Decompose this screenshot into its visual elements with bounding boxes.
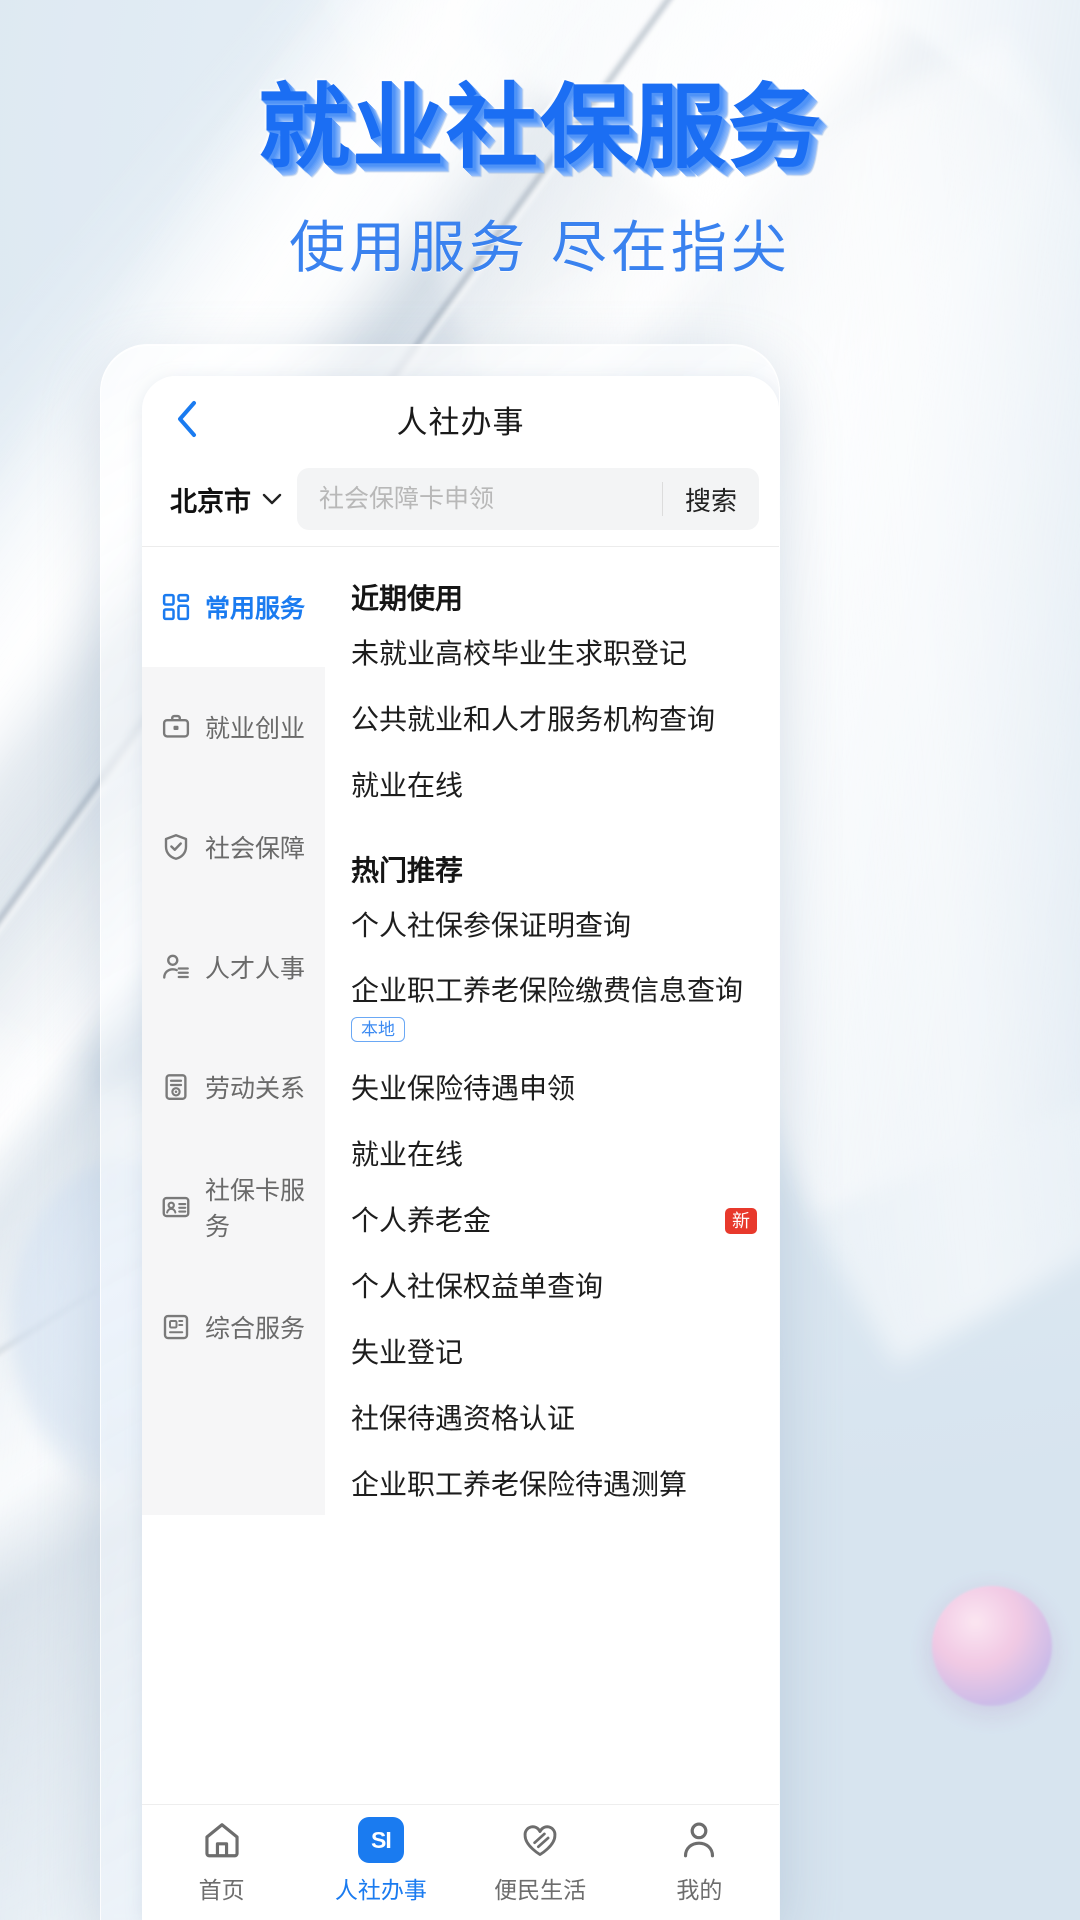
service-label: 个人养老金 — [351, 1205, 492, 1237]
sidebar-item-label: 社保卡服务 — [205, 1177, 306, 1241]
service-label: 就业在线 — [351, 1139, 464, 1171]
sidebar-item-label: 劳动关系 — [205, 1075, 306, 1103]
content-area: 常用服务 就业创业 社会保障 人才人事 劳动关系 社保卡服务 综合服务 近期使用… — [142, 547, 779, 1515]
service-label: 公共就业和人才服务机构查询 — [351, 703, 716, 735]
list-item[interactable]: 就业在线 — [325, 1122, 779, 1188]
box-grid-icon — [159, 1310, 193, 1344]
briefcase-icon — [159, 710, 193, 744]
si-badge-icon: SI — [357, 1817, 404, 1863]
heart-hands-icon — [518, 1817, 562, 1863]
sidebar-item-social-security[interactable]: 社会保障 — [142, 787, 325, 907]
chevron-down-icon — [262, 493, 282, 505]
tab-renshe-banshi[interactable]: SI 人社办事 — [301, 1817, 460, 1905]
service-label: 企业职工养老保险缴费信息查询 — [351, 975, 744, 1006]
si-badge-text: SI — [357, 1817, 404, 1863]
document-seal-icon — [159, 1070, 193, 1104]
service-label: 社保待遇资格认证 — [351, 1403, 576, 1435]
city-selector[interactable]: 北京市 — [164, 480, 297, 519]
sidebar-item-employment[interactable]: 就业创业 — [142, 667, 325, 787]
service-label: 个人社保参保证明查询 — [351, 909, 632, 941]
sidebar-item-label: 社会保障 — [205, 835, 306, 863]
tab-mine[interactable]: 我的 — [620, 1817, 779, 1905]
sidebar-item-label: 常用服务 — [205, 595, 306, 623]
hero-header: 就业社保服务 使用服务 尽在指尖 — [0, 0, 1080, 284]
user-icon — [678, 1817, 720, 1863]
service-label: 个人社保权益单查询 — [351, 1271, 604, 1303]
list-item[interactable]: 社保待遇资格认证 — [325, 1386, 779, 1452]
tab-label: 我的 — [676, 1877, 723, 1903]
tab-label: 便民生活 — [494, 1877, 587, 1903]
service-label: 失业保险待遇申领 — [351, 1073, 576, 1105]
page-subtitle: 使用服务 尽在指尖 — [289, 215, 791, 281]
tab-label: 首页 — [198, 1877, 245, 1903]
list-item[interactable]: 失业保险待遇申领 — [325, 1056, 779, 1122]
list-item[interactable]: 公共就业和人才服务机构查询 — [325, 687, 779, 753]
list-item[interactable]: 企业职工养老保险待遇测算 — [325, 1452, 779, 1515]
section-title-recent: 近期使用 — [351, 583, 464, 614]
list-item[interactable]: 就业在线 — [325, 753, 779, 819]
search-box[interactable]: 搜索 — [297, 468, 759, 530]
search-input[interactable] — [319, 484, 662, 514]
list-item[interactable]: 个人社保参保证明查询 — [325, 893, 779, 959]
app-nav-bar: 人社办事 — [142, 376, 779, 462]
category-sidebar: 常用服务 就业创业 社会保障 人才人事 劳动关系 社保卡服务 综合服务 — [142, 547, 325, 1515]
service-list: 近期使用 未就业高校毕业生求职登记 公共就业和人才服务机构查询 就业在线 热门推… — [325, 547, 779, 1515]
chevron-left-icon — [178, 401, 196, 437]
bottom-tab-bar: 首页 SI 人社办事 便民生活 我的 — [142, 1804, 779, 1920]
tab-convenient-life[interactable]: 便民生活 — [461, 1817, 620, 1905]
sidebar-item-comprehensive[interactable]: 综合服务 — [142, 1267, 325, 1387]
list-item[interactable]: 失业登记 — [325, 1320, 779, 1386]
service-label: 就业在线 — [351, 769, 464, 801]
pink-gradient-orb — [932, 1586, 1052, 1706]
sidebar-item-label: 人才人事 — [205, 955, 306, 983]
page-title: 就业社保服务 — [257, 74, 822, 181]
status-badge-new: 新 — [725, 1208, 757, 1235]
service-label: 未就业高校毕业生求职登记 — [351, 637, 688, 669]
shield-check-icon — [159, 830, 193, 864]
tab-home[interactable]: 首页 — [142, 1817, 301, 1905]
nav-title: 人社办事 — [396, 404, 525, 440]
section-title-hot: 热门推荐 — [351, 855, 464, 886]
home-icon — [201, 1817, 243, 1863]
tab-label: 人社办事 — [334, 1877, 427, 1903]
service-label: 企业职工养老保险待遇测算 — [351, 1469, 688, 1501]
list-item[interactable]: 个人养老金 新 — [325, 1188, 779, 1254]
sidebar-item-common-services[interactable]: 常用服务 — [142, 547, 325, 667]
id-card-icon — [159, 1190, 193, 1224]
sidebar-item-label: 综合服务 — [205, 1315, 306, 1343]
search-button[interactable]: 搜索 — [663, 481, 759, 518]
back-button[interactable] — [164, 396, 210, 442]
city-label: 北京市 — [170, 486, 251, 517]
list-item[interactable]: 个人社保权益单查询 — [325, 1254, 779, 1320]
list-item[interactable]: 企业职工养老保险缴费信息查询 本地 — [325, 959, 779, 1056]
sidebar-item-labor-relations[interactable]: 劳动关系 — [142, 1027, 325, 1147]
service-label: 失业登记 — [351, 1337, 464, 1369]
phone-mockup-frame: 人社办事 北京市 搜索 — [100, 344, 780, 1920]
sidebar-item-label: 就业创业 — [205, 715, 306, 743]
grid-icon — [159, 590, 193, 624]
sidebar-item-talent-hr[interactable]: 人才人事 — [142, 907, 325, 1027]
sidebar-item-ss-card-service[interactable]: 社保卡服务 — [142, 1147, 325, 1267]
phone-screen: 人社办事 北京市 搜索 — [142, 376, 779, 1920]
person-lines-icon — [159, 950, 193, 984]
list-item[interactable]: 未就业高校毕业生求职登记 — [325, 621, 779, 687]
search-row: 北京市 搜索 — [142, 462, 779, 546]
status-badge-local: 本地 — [351, 1017, 405, 1043]
